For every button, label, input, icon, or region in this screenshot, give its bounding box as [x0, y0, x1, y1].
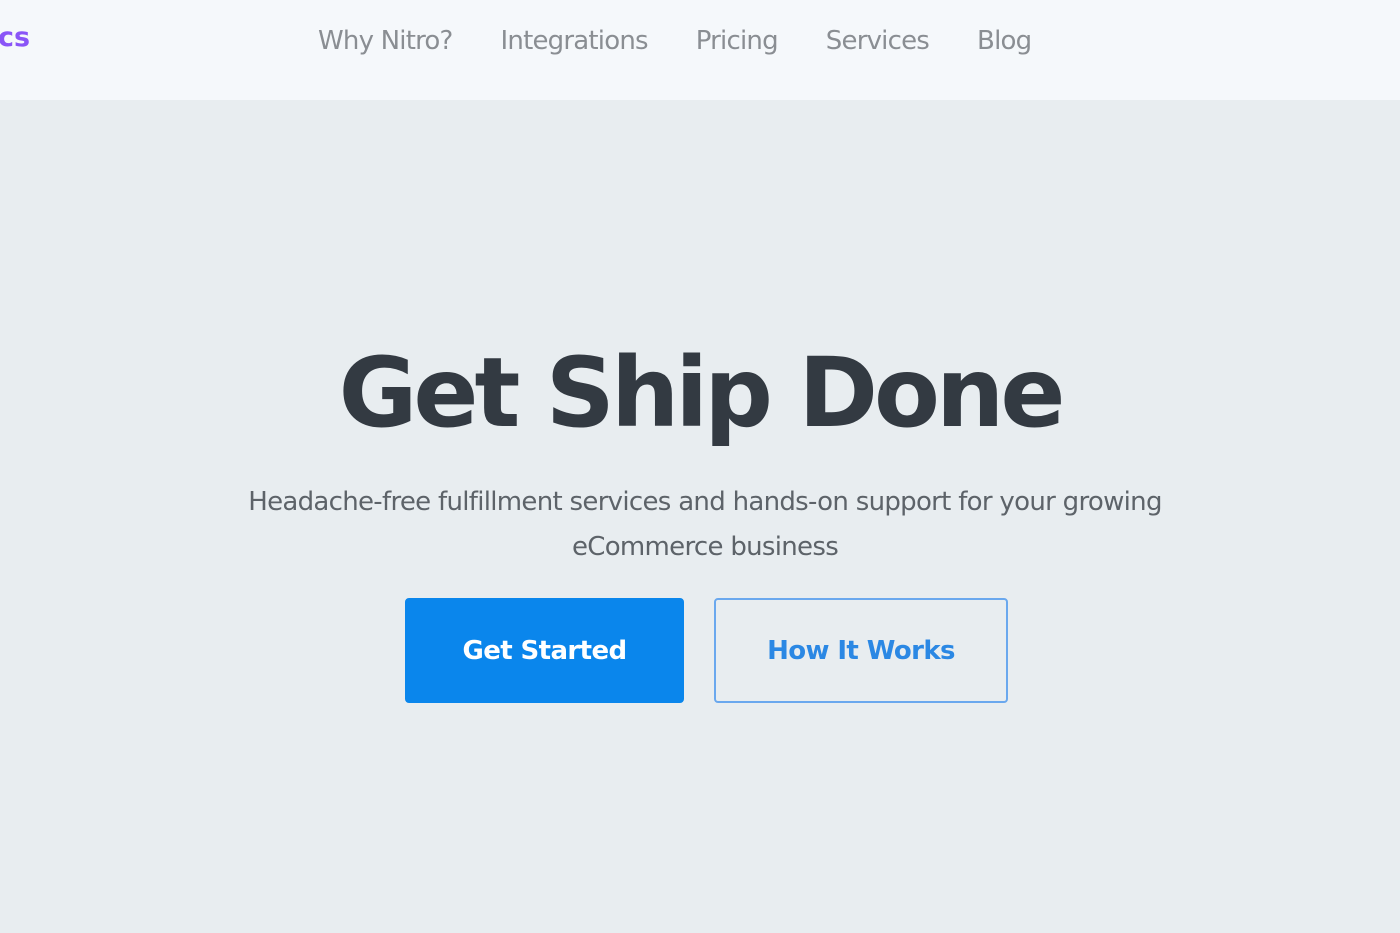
site-header: cs Why Nitro? Integrations Pricing Servi…	[0, 0, 1400, 100]
nav-blog[interactable]: Blog	[977, 24, 1032, 58]
hero-title: Get Ship Done	[338, 337, 1066, 449]
get-started-button[interactable]: Get Started	[405, 598, 684, 703]
hero-subtitle: Headache-free fulfillment services and h…	[248, 487, 1162, 562]
main-nav: Why Nitro? Integrations Pricing Services…	[318, 24, 1032, 58]
nav-why-nitro[interactable]: Why Nitro?	[318, 24, 453, 58]
nav-integrations[interactable]: Integrations	[501, 24, 649, 58]
how-it-works-button[interactable]: How It Works	[714, 598, 1008, 703]
nav-services[interactable]: Services	[826, 24, 930, 58]
hero-section: Get Ship Done Headache-free fulfillment …	[0, 100, 1400, 933]
nav-pricing[interactable]: Pricing	[696, 24, 779, 58]
logo[interactable]: cs	[0, 22, 30, 53]
